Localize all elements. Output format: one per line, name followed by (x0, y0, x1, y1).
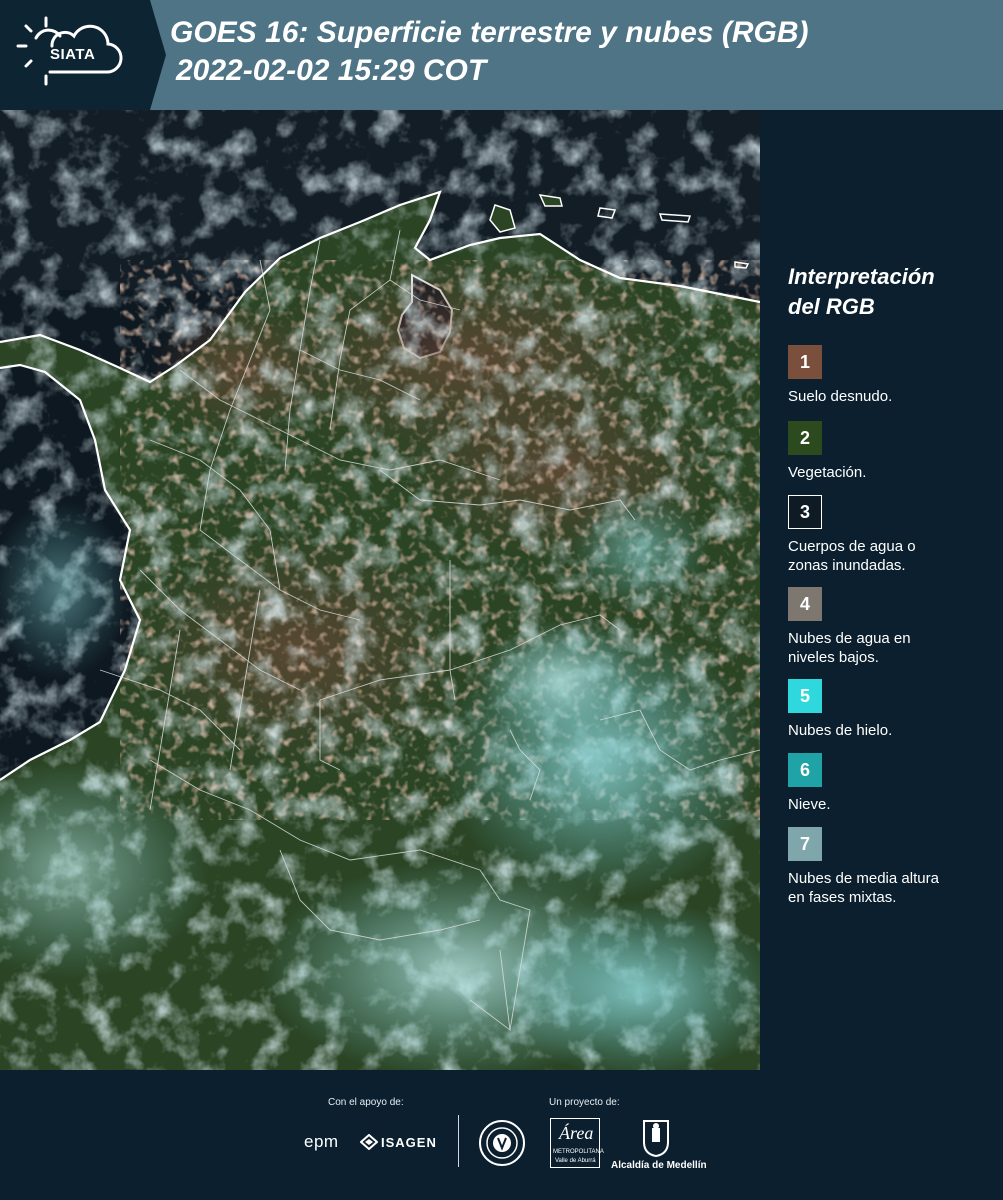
area-metropolitana-logo: Área METROPOLITANA Valle de Aburrá (550, 1118, 604, 1168)
legend-item-2: 2 Vegetación. (788, 421, 998, 482)
medellin-seal-icon (479, 1120, 525, 1166)
area-script: Área (559, 1123, 594, 1143)
legend-desc-2-line-1: Vegetación. (788, 464, 867, 481)
legend-item-1: 1 Suelo desnudo. (788, 345, 998, 406)
legend-title: Interpretación del RGB (788, 262, 935, 322)
legend-desc-4-line-2: niveles bajos. (788, 649, 879, 666)
legend-swatch-1: 1 (788, 345, 822, 379)
isagen-logo: ISAGEN (381, 1135, 437, 1150)
legend-item-5: 5 Nubes de hielo. (788, 679, 998, 740)
legend-desc-7-line-1: Nubes de media altura (788, 870, 939, 887)
epm-logo: epm (304, 1132, 339, 1151)
legend-number-7: 7 (799, 833, 810, 854)
legend-desc-4-line-1: Nubes de agua en (788, 630, 911, 647)
area-caption-1: METROPOLITANA (553, 1149, 604, 1155)
legend-number-2: 2 (799, 427, 810, 448)
support-label: Con el apoyo de: (328, 1097, 404, 1108)
medellin-shield-icon (643, 1120, 669, 1158)
legend-item-7: 7 Nubes de media altura en fases mixtas. (788, 827, 998, 907)
legend-number-4: 4 (799, 593, 810, 614)
area-caption-2: Valle de Aburrá (555, 1158, 596, 1164)
rgb-legend-panel: Interpretación del RGB 1 Suelo desnudo. … (760, 110, 1003, 1070)
satellite-map (0, 110, 760, 1070)
header-arrow (150, 0, 166, 110)
legend-desc-3: Cuerpos de agua o zonas inundadas. (788, 537, 998, 575)
legend-swatch-3: 3 (788, 495, 822, 529)
isagen-icon (360, 1134, 378, 1150)
legend-swatch-4: 4 (788, 587, 822, 621)
legend-swatch-2: 2 (788, 421, 822, 455)
legend-desc-2: Vegetación. (788, 463, 998, 482)
legend-desc-6-line-1: Nieve. (788, 796, 831, 813)
legend-desc-7: Nubes de media altura en fases mixtas. (788, 869, 998, 907)
legend-number-1: 1 (799, 351, 810, 372)
footer: Con el apoyo de: Un proyecto de: epm ISA… (0, 1070, 1003, 1200)
title-line-1: GOES 16: Superficie terrestre y nubes (R… (170, 16, 809, 49)
alcaldia-label: Alcaldía de Medellín (611, 1160, 707, 1171)
legend-item-3: 3 Cuerpos de agua o zonas inundadas. (788, 495, 998, 575)
page-title: GOES 16: Superficie terrestre y nubes (R… (170, 14, 809, 90)
legend-swatch-6: 6 (788, 753, 822, 787)
header-bar: SIATA GOES 16: Superficie terrestre y nu… (0, 0, 1003, 110)
satellite-image (0, 110, 760, 1070)
legend-desc-7-line-2: en fases mixtas. (788, 889, 897, 906)
title-line-2: 2022-02-02 15:29 COT (176, 54, 487, 87)
legend-item-4: 4 Nubes de agua en niveles bajos. (788, 587, 998, 667)
legend-desc-3-line-2: zonas inundadas. (788, 557, 906, 574)
legend-swatch-7: 7 (788, 827, 822, 861)
legend-desc-4: Nubes de agua en niveles bajos. (788, 629, 998, 667)
project-label: Un proyecto de: (549, 1097, 620, 1108)
legend-desc-1-line-1: Suelo desnudo. (788, 388, 893, 405)
legend-title-line-2: del RGB (788, 294, 875, 319)
legend-desc-6: Nieve. (788, 795, 998, 814)
footer-divider (458, 1115, 459, 1167)
logo-text: SIATA (50, 46, 96, 63)
legend-desc-5-line-1: Nubes de hielo. (788, 722, 893, 739)
legend-number-3: 3 (799, 501, 810, 522)
siata-logo: SIATA (0, 0, 150, 110)
legend-item-6: 6 Nieve. (788, 753, 998, 814)
legend-swatch-5: 5 (788, 679, 822, 713)
legend-desc-5: Nubes de hielo. (788, 721, 998, 740)
legend-desc-3-line-1: Cuerpos de agua o (788, 538, 916, 555)
legend-number-5: 5 (799, 685, 810, 706)
legend-title-line-1: Interpretación (788, 264, 935, 289)
legend-number-6: 6 (799, 759, 810, 780)
legend-desc-1: Suelo desnudo. (788, 387, 998, 406)
